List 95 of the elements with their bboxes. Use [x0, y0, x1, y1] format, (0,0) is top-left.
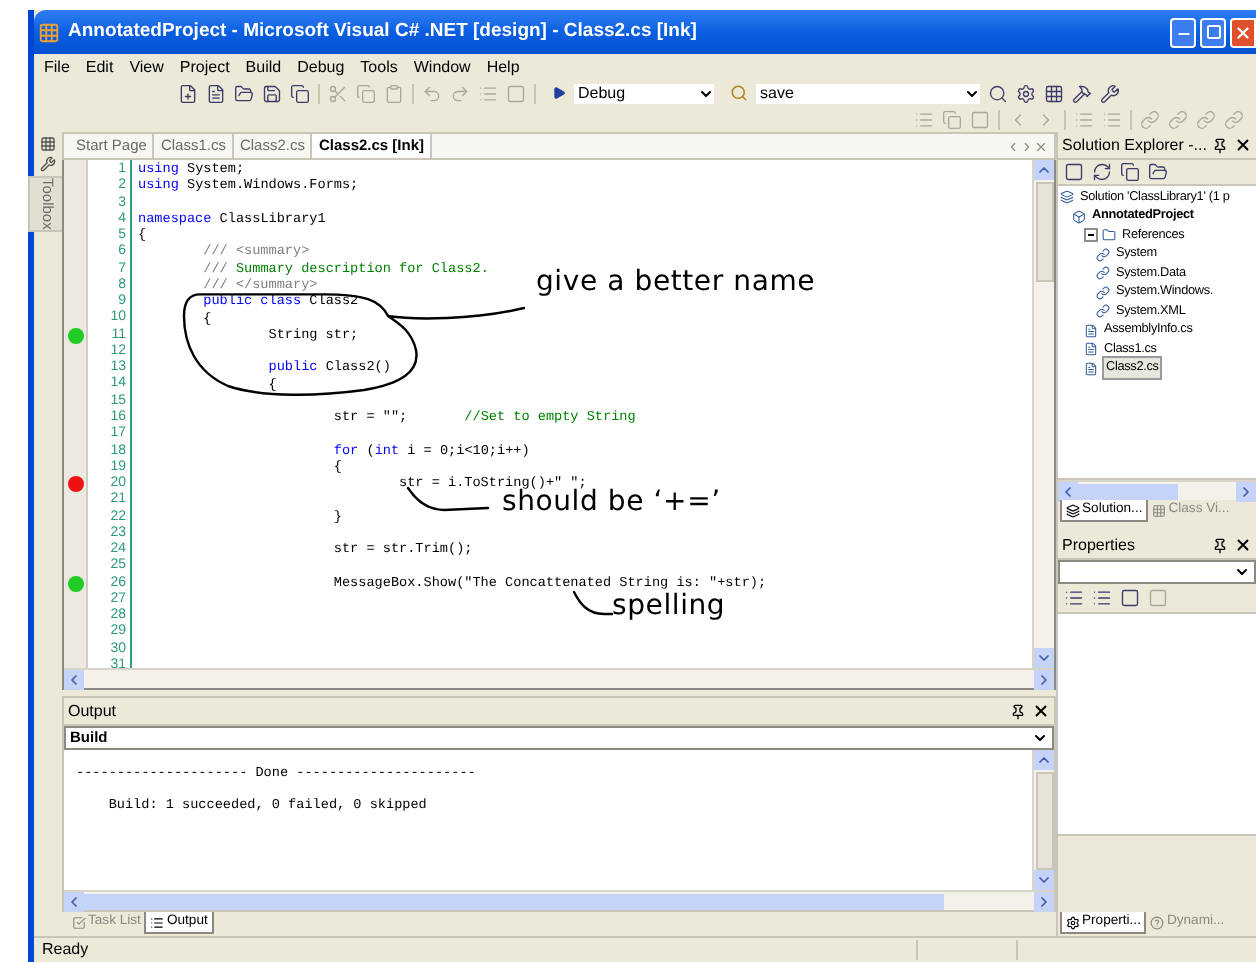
wrench-icon[interactable] — [1100, 83, 1120, 103]
file-icon — [1084, 361, 1098, 376]
close-icon[interactable] — [1234, 136, 1252, 154]
app-icon — [38, 21, 60, 43]
ink-note: spelling — [612, 592, 726, 620]
scroll-up-icon[interactable] — [1034, 750, 1054, 770]
menu-item[interactable]: View — [129, 55, 164, 79]
layers-icon — [1066, 503, 1080, 517]
scroll-tabs-left-icon[interactable] — [1006, 139, 1020, 153]
menu-item[interactable]: Window — [413, 55, 471, 79]
grid-icon — [1152, 504, 1167, 518]
scroll-thumb[interactable] — [84, 893, 944, 909]
menu-item[interactable]: Build — [245, 55, 282, 79]
scroll-right-icon[interactable] — [1236, 481, 1256, 501]
redo-icon[interactable] — [450, 83, 470, 103]
copy-icon[interactable] — [942, 109, 962, 129]
breakpoint-marker[interactable] — [67, 476, 83, 493]
scroll-left-icon[interactable] — [64, 669, 84, 689]
close-icon[interactable] — [1234, 536, 1252, 554]
save-icon[interactable] — [262, 83, 282, 103]
maximize-icon — [1205, 24, 1221, 40]
panel-title: Solution Explorer -... — [1062, 133, 1207, 157]
reference-icon — [1096, 247, 1110, 262]
cut-icon[interactable] — [328, 83, 348, 103]
search-icon[interactable] — [988, 83, 1008, 103]
scroll-left-icon[interactable] — [64, 891, 84, 911]
folder-icon — [1102, 228, 1116, 243]
scroll-thumb[interactable] — [1035, 182, 1053, 282]
horizontal-scrollbar[interactable] — [1058, 480, 1256, 500]
start-icon[interactable] — [552, 86, 566, 100]
pin-icon[interactable] — [1212, 537, 1228, 553]
undo-icon[interactable] — [422, 83, 442, 103]
folder-icon[interactable] — [1148, 162, 1168, 182]
wrench-icon[interactable] — [40, 156, 56, 172]
list-icon[interactable] — [478, 83, 498, 103]
breakpoint-marker[interactable] — [67, 575, 83, 592]
paste-icon[interactable] — [384, 83, 404, 103]
scroll-down-icon[interactable] — [1034, 870, 1054, 890]
new-project-icon[interactable] — [178, 83, 198, 103]
scroll-tabs-right-icon[interactable] — [1020, 139, 1034, 153]
scroll-thumb[interactable] — [1078, 483, 1178, 499]
refresh-icon[interactable] — [1092, 162, 1112, 182]
ink-line — [406, 486, 490, 512]
scroll-up-icon[interactable] — [1034, 160, 1054, 180]
pin-icon[interactable] — [1212, 137, 1228, 153]
folder-icon[interactable] — [234, 83, 254, 103]
scroll-thumb[interactable] — [1035, 772, 1053, 870]
copy-icon[interactable] — [356, 83, 376, 103]
collapse-icon[interactable] — [1084, 228, 1098, 243]
close-icon[interactable] — [1032, 702, 1050, 720]
checkbox-icon — [72, 916, 86, 930]
pin-icon[interactable] — [1010, 703, 1026, 719]
horizontal-scrollbar[interactable] — [64, 668, 1054, 688]
menu-item[interactable]: Project — [179, 55, 230, 79]
solution-icon — [1060, 190, 1074, 205]
list-icon[interactable] — [914, 109, 934, 129]
menu-item[interactable]: Help — [486, 55, 520, 79]
scroll-right-icon[interactable] — [1034, 669, 1054, 689]
breakpoint-marker[interactable] — [67, 327, 83, 344]
hammer-icon[interactable] — [1072, 83, 1092, 103]
help-icon — [1150, 916, 1165, 930]
menu-item[interactable]: Tools — [360, 55, 398, 79]
panel-title: Output — [68, 699, 117, 723]
close-button[interactable] — [1230, 17, 1256, 47]
file-icon — [1084, 342, 1098, 357]
menu-item[interactable]: File — [44, 55, 70, 79]
gear-icon — [1066, 915, 1080, 929]
horizontal-scrollbar[interactable] — [64, 890, 1054, 910]
configuration-dropdown[interactable]: Debug — [574, 83, 714, 103]
status-text: Ready — [40, 938, 91, 962]
minimize-button[interactable] — [1170, 17, 1196, 47]
file-icon — [1084, 323, 1098, 338]
vertical-scrollbar[interactable] — [1032, 160, 1054, 668]
reference-icon — [1096, 304, 1110, 319]
panel-title: Properties — [1062, 533, 1135, 557]
reference-icon — [1096, 285, 1110, 300]
ink-line — [572, 590, 614, 616]
window-title: AnnotatedProject - Microsoft Visual C# .NET [design] - Class2.cs [Ink] — [68, 17, 699, 46]
reference-icon — [1096, 266, 1110, 281]
vertical-scrollbar[interactable] — [1032, 750, 1054, 890]
menu-item[interactable]: Debug — [297, 55, 345, 79]
scroll-right-icon[interactable] — [1034, 891, 1054, 911]
close-icon — [1234, 23, 1252, 41]
maximize-button[interactable] — [1200, 17, 1226, 47]
menu-item[interactable]: Edit — [85, 55, 114, 79]
grid-icon[interactable] — [1044, 83, 1064, 103]
ink-note: give a better name — [536, 268, 816, 296]
ink-note: should be ‘+=’ — [502, 488, 721, 516]
project-icon — [1072, 209, 1086, 224]
settings-icon[interactable] — [1016, 83, 1036, 103]
find-dropdown[interactable]: save — [756, 83, 980, 103]
list-icon — [150, 915, 165, 929]
scroll-down-icon[interactable] — [1034, 648, 1054, 668]
scroll-left-icon[interactable] — [1058, 481, 1078, 501]
find-icon[interactable] — [730, 84, 748, 102]
